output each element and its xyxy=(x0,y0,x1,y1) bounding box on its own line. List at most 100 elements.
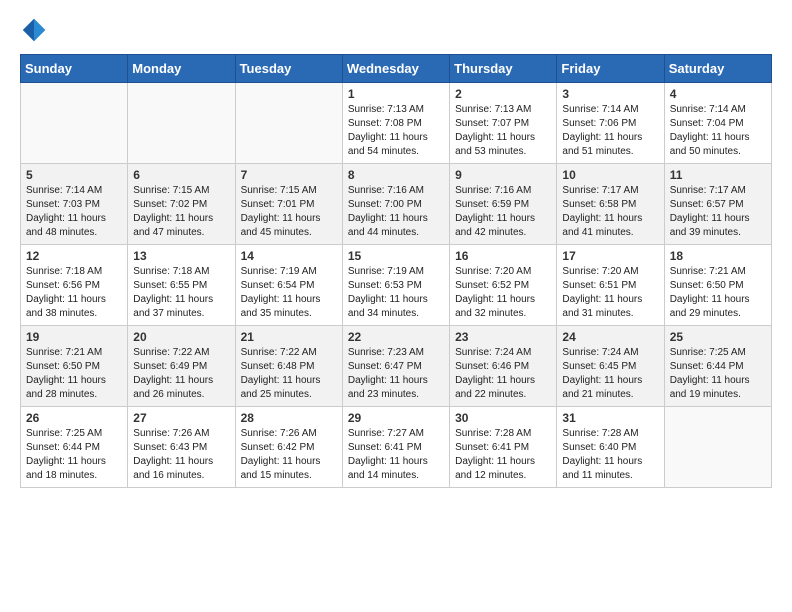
day-number: 23 xyxy=(455,330,551,344)
day-number: 20 xyxy=(133,330,229,344)
day-number: 13 xyxy=(133,249,229,263)
calendar-cell: 5Sunrise: 7:14 AMSunset: 7:03 PMDaylight… xyxy=(21,164,128,245)
calendar-cell: 16 Sunrise: 7:20 AMSunset: 6:52 PMDayligh… xyxy=(450,245,557,326)
day-info: Sunrise: 7:20 AMSunset: 6:51 PMDaylight:… xyxy=(562,265,658,321)
week-row-3: 19 Sunrise: 7:21 AMSunset: 6:50 PMDayligh… xyxy=(21,326,772,407)
day-number: 27 xyxy=(133,411,229,425)
day-info: Sunrise: 7:13 AMSunset: 7:07 PMDaylight:… xyxy=(455,103,551,159)
header xyxy=(20,16,772,44)
day-number: 24 xyxy=(562,330,658,344)
calendar-cell: 2 Sunrise: 7:13 AMSunset: 7:07 PMDaylight… xyxy=(450,83,557,164)
day-info: Sunrise: 7:13 AMSunset: 7:08 PMDaylight:… xyxy=(348,103,444,159)
day-info: Sunrise: 7:26 AMSunset: 6:42 PMDaylight:… xyxy=(241,427,337,483)
day-number: 10 xyxy=(562,168,658,182)
day-number: 2 xyxy=(455,87,551,101)
calendar-cell: 21 Sunrise: 7:22 AMSunset: 6:48 PMDayligh… xyxy=(235,326,342,407)
day-number: 11 xyxy=(670,168,766,182)
calendar-cell: 30 Sunrise: 7:28 AMSunset: 6:41 PMDayligh… xyxy=(450,407,557,488)
calendar-cell: 25Sunrise: 7:25 AMSunset: 6:44 PMDayligh… xyxy=(664,326,771,407)
calendar-cell: 12Sunrise: 7:18 AMSunset: 6:56 PMDayligh… xyxy=(21,245,128,326)
day-number: 18 xyxy=(670,249,766,263)
day-info: Sunrise: 7:24 AMSunset: 6:45 PMDaylight:… xyxy=(562,346,658,402)
day-number: 3 xyxy=(562,87,658,101)
page: SundayMondayTuesdayWednesdayThursdayFrid… xyxy=(0,0,792,498)
logo xyxy=(20,16,52,44)
weekday-header-wednesday: Wednesday xyxy=(342,55,449,83)
week-row-0: 1Sunrise: 7:13 AMSunset: 7:08 PMDaylight… xyxy=(21,83,772,164)
calendar-cell: 26Sunrise: 7:25 AMSunset: 6:44 PMDayligh… xyxy=(21,407,128,488)
calendar-cell: 17 Sunrise: 7:20 AMSunset: 6:51 PMDayligh… xyxy=(557,245,664,326)
weekday-header-monday: Monday xyxy=(128,55,235,83)
day-info: Sunrise: 7:14 AMSunset: 7:04 PMDaylight:… xyxy=(670,103,766,159)
calendar-cell: 4 Sunrise: 7:14 AMSunset: 7:04 PMDaylight… xyxy=(664,83,771,164)
day-number: 6 xyxy=(133,168,229,182)
day-number: 7 xyxy=(241,168,337,182)
calendar-cell: 29 Sunrise: 7:27 AMSunset: 6:41 PMDayligh… xyxy=(342,407,449,488)
day-info: Sunrise: 7:15 AMSunset: 7:01 PMDaylight:… xyxy=(241,184,337,240)
calendar-cell: 18 Sunrise: 7:21 AMSunset: 6:50 PMDayligh… xyxy=(664,245,771,326)
calendar-cell: 9Sunrise: 7:16 AMSunset: 6:59 PMDaylight… xyxy=(450,164,557,245)
day-number: 14 xyxy=(241,249,337,263)
day-info: Sunrise: 7:19 AMSunset: 6:54 PMDaylight:… xyxy=(241,265,337,321)
logo-icon xyxy=(20,16,48,44)
weekday-header-friday: Friday xyxy=(557,55,664,83)
day-info: Sunrise: 7:28 AMSunset: 6:41 PMDaylight:… xyxy=(455,427,551,483)
calendar-cell xyxy=(21,83,128,164)
calendar-cell: 19 Sunrise: 7:21 AMSunset: 6:50 PMDayligh… xyxy=(21,326,128,407)
day-info: Sunrise: 7:19 AMSunset: 6:53 PMDaylight:… xyxy=(348,265,444,321)
calendar-cell: 23 Sunrise: 7:24 AMSunset: 6:46 PMDayligh… xyxy=(450,326,557,407)
day-number: 4 xyxy=(670,87,766,101)
day-info: Sunrise: 7:17 AMSunset: 6:58 PMDaylight:… xyxy=(562,184,658,240)
week-row-4: 26Sunrise: 7:25 AMSunset: 6:44 PMDayligh… xyxy=(21,407,772,488)
day-number: 12 xyxy=(26,249,122,263)
calendar-cell: 6 Sunrise: 7:15 AMSunset: 7:02 PMDaylight… xyxy=(128,164,235,245)
day-number: 21 xyxy=(241,330,337,344)
calendar-cell: 7 Sunrise: 7:15 AMSunset: 7:01 PMDaylight… xyxy=(235,164,342,245)
calendar-cell: 10 Sunrise: 7:17 AMSunset: 6:58 PMDayligh… xyxy=(557,164,664,245)
day-info: Sunrise: 7:25 AMSunset: 6:44 PMDaylight:… xyxy=(670,346,766,402)
day-info: Sunrise: 7:21 AMSunset: 6:50 PMDaylight:… xyxy=(26,346,122,402)
calendar-cell: 3 Sunrise: 7:14 AMSunset: 7:06 PMDaylight… xyxy=(557,83,664,164)
day-number: 17 xyxy=(562,249,658,263)
day-info: Sunrise: 7:22 AMSunset: 6:48 PMDaylight:… xyxy=(241,346,337,402)
day-info: Sunrise: 7:27 AMSunset: 6:41 PMDaylight:… xyxy=(348,427,444,483)
day-info: Sunrise: 7:20 AMSunset: 6:52 PMDaylight:… xyxy=(455,265,551,321)
calendar-cell: 27 Sunrise: 7:26 AMSunset: 6:43 PMDayligh… xyxy=(128,407,235,488)
day-number: 28 xyxy=(241,411,337,425)
day-number: 19 xyxy=(26,330,122,344)
week-row-1: 5Sunrise: 7:14 AMSunset: 7:03 PMDaylight… xyxy=(21,164,772,245)
calendar-cell: 1Sunrise: 7:13 AMSunset: 7:08 PMDaylight… xyxy=(342,83,449,164)
day-number: 29 xyxy=(348,411,444,425)
day-number: 30 xyxy=(455,411,551,425)
calendar-cell: 15 Sunrise: 7:19 AMSunset: 6:53 PMDayligh… xyxy=(342,245,449,326)
day-number: 31 xyxy=(562,411,658,425)
day-number: 16 xyxy=(455,249,551,263)
day-info: Sunrise: 7:18 AMSunset: 6:55 PMDaylight:… xyxy=(133,265,229,321)
week-row-2: 12Sunrise: 7:18 AMSunset: 6:56 PMDayligh… xyxy=(21,245,772,326)
day-number: 26 xyxy=(26,411,122,425)
weekday-header-thursday: Thursday xyxy=(450,55,557,83)
calendar-cell: 11Sunrise: 7:17 AMSunset: 6:57 PMDayligh… xyxy=(664,164,771,245)
calendar-cell xyxy=(664,407,771,488)
weekday-header-saturday: Saturday xyxy=(664,55,771,83)
day-info: Sunrise: 7:16 AMSunset: 7:00 PMDaylight:… xyxy=(348,184,444,240)
day-info: Sunrise: 7:15 AMSunset: 7:02 PMDaylight:… xyxy=(133,184,229,240)
calendar-cell: 14 Sunrise: 7:19 AMSunset: 6:54 PMDayligh… xyxy=(235,245,342,326)
day-info: Sunrise: 7:24 AMSunset: 6:46 PMDaylight:… xyxy=(455,346,551,402)
day-info: Sunrise: 7:23 AMSunset: 6:47 PMDaylight:… xyxy=(348,346,444,402)
calendar-cell: 24 Sunrise: 7:24 AMSunset: 6:45 PMDayligh… xyxy=(557,326,664,407)
calendar-cell: 20Sunrise: 7:22 AMSunset: 6:49 PMDayligh… xyxy=(128,326,235,407)
calendar-cell: 28 Sunrise: 7:26 AMSunset: 6:42 PMDayligh… xyxy=(235,407,342,488)
day-number: 15 xyxy=(348,249,444,263)
calendar: SundayMondayTuesdayWednesdayThursdayFrid… xyxy=(20,54,772,488)
weekday-header-sunday: Sunday xyxy=(21,55,128,83)
day-info: Sunrise: 7:28 AMSunset: 6:40 PMDaylight:… xyxy=(562,427,658,483)
day-info: Sunrise: 7:16 AMSunset: 6:59 PMDaylight:… xyxy=(455,184,551,240)
day-info: Sunrise: 7:26 AMSunset: 6:43 PMDaylight:… xyxy=(133,427,229,483)
day-info: Sunrise: 7:14 AMSunset: 7:06 PMDaylight:… xyxy=(562,103,658,159)
day-info: Sunrise: 7:21 AMSunset: 6:50 PMDaylight:… xyxy=(670,265,766,321)
calendar-cell xyxy=(235,83,342,164)
calendar-cell: 8Sunrise: 7:16 AMSunset: 7:00 PMDaylight… xyxy=(342,164,449,245)
calendar-cell xyxy=(128,83,235,164)
weekday-header-tuesday: Tuesday xyxy=(235,55,342,83)
